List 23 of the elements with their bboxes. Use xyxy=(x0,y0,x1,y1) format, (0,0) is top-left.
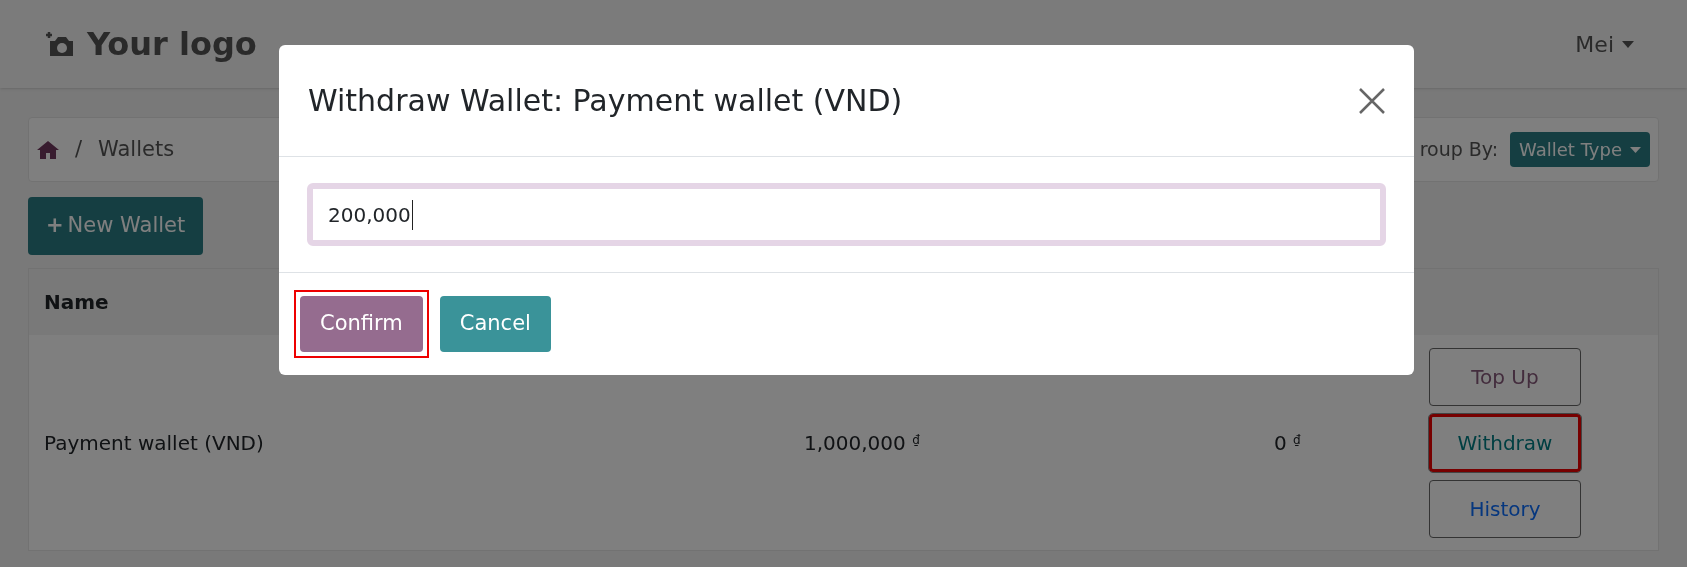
dialog-title: Withdraw Wallet: Payment wallet (VND) xyxy=(308,82,903,120)
table-cell-text: Payment wallet (VND) xyxy=(44,429,265,457)
group-by-label: roup By: xyxy=(1419,137,1499,163)
confirm-button[interactable]: Confirm xyxy=(300,296,423,352)
new-wallet-button[interactable]: + New Wallet xyxy=(28,197,204,255)
home-icon[interactable] xyxy=(37,139,59,160)
table-cell-text: 0 $^{₫}$ xyxy=(1274,429,1302,457)
action-button[interactable]: Withdraw xyxy=(1429,413,1581,472)
logo-text: Your logo xyxy=(87,24,257,65)
amount-field[interactable]: 200,000 xyxy=(307,183,1386,246)
breadcrumb-item[interactable]: Wallets xyxy=(98,133,175,166)
camera-icon xyxy=(45,30,75,58)
cancel-button[interactable]: Cancel xyxy=(439,296,551,352)
breadcrumb-separator: / xyxy=(75,135,83,163)
column-header: Name xyxy=(44,289,109,316)
action-button[interactable]: History xyxy=(1429,479,1581,538)
close-icon[interactable] xyxy=(1359,87,1385,114)
group-by-dropdown[interactable]: Wallet Type xyxy=(1510,132,1650,167)
action-button[interactable]: Top Up xyxy=(1429,347,1581,406)
table-cell-text: 1,000,000 $^{₫}$ xyxy=(804,429,921,457)
caret-icon xyxy=(1630,146,1641,153)
caret-icon xyxy=(1622,40,1634,48)
user-menu[interactable]: Mei xyxy=(1575,27,1634,61)
